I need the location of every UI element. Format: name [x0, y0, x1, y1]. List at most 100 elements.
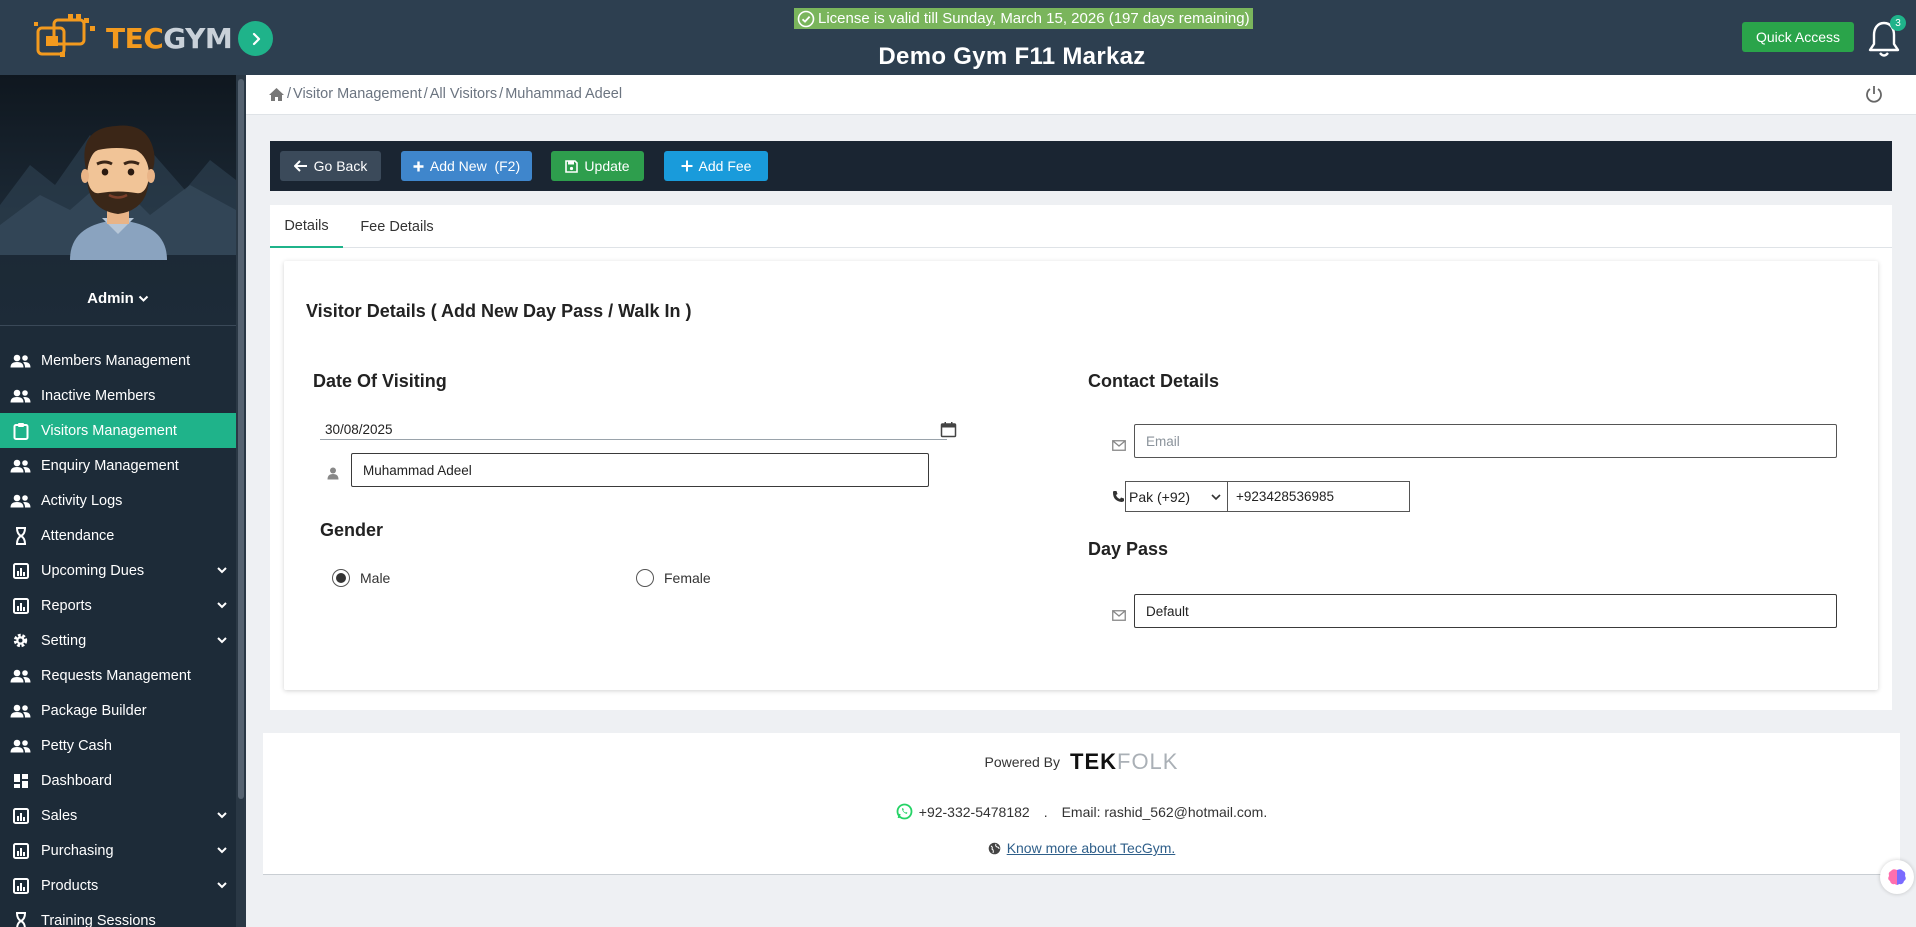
visitor-form-card: Details Fee Details Visitor Details ( Ad…: [270, 205, 1892, 710]
sidebar-item-attendance[interactable]: Attendance: [0, 518, 246, 553]
add-new-button[interactable]: Add New (F2): [401, 151, 532, 181]
sidebar-item-label: Visitors Management: [41, 422, 177, 439]
breadcrumb-current: Muhammad Adeel: [505, 86, 623, 102]
avatar[interactable]: [66, 120, 171, 260]
chart-icon: [10, 562, 31, 579]
phone-number-input[interactable]: +923428536985: [1227, 481, 1410, 512]
license-banner: License is valid till Sunday, March 15, …: [794, 8, 1253, 29]
breadcrumb-bar: / Visitor Management / All Visitors / Mu…: [246, 75, 1916, 115]
footer-dot: .: [1043, 803, 1048, 820]
sidebar-item-dashboard[interactable]: Dashboard: [0, 763, 246, 798]
sidebar-item-label: Inactive Members: [41, 387, 156, 404]
powered-by-label: Powered By: [984, 754, 1060, 770]
powered-by-line: Powered By TEK FOLK: [263, 749, 1900, 775]
sidebar-nav: Members Management Inactive Members Visi…: [0, 343, 246, 927]
gender-female-radio[interactable]: Female: [636, 569, 711, 587]
user-icon: [326, 466, 340, 480]
add-new-label: Add New (F2): [429, 158, 521, 174]
sidebar-item-label: Members Management: [41, 352, 191, 369]
sidebar-item-training-sessions[interactable]: Training Sessions: [0, 903, 246, 927]
sidebar-item-visitors-management[interactable]: Visitors Management: [0, 413, 246, 448]
arrow-left-icon: [293, 160, 307, 172]
notification-count-badge: 3: [1890, 15, 1906, 31]
breadcrumb-visitor-management[interactable]: Visitor Management: [293, 86, 422, 102]
license-text: License is valid till Sunday, March 15, …: [818, 10, 1250, 27]
sidebar-divider: [0, 325, 236, 326]
chevron-down-icon: [217, 567, 227, 574]
sidebar-item-requests-management[interactable]: Requests Management: [0, 658, 246, 693]
sidebar-item-label: Products: [41, 877, 99, 894]
check-circle-icon: [797, 10, 815, 27]
envelope-icon: [1112, 608, 1126, 622]
date-of-visiting-input[interactable]: 30/08/2025: [320, 419, 957, 440]
user-name: Admin: [87, 290, 134, 307]
chevron-down-icon: [217, 847, 227, 854]
chart-icon: [10, 597, 31, 614]
know-more-line: Know more about TecGym.: [263, 840, 1900, 856]
sidebar-item-activity-logs[interactable]: Activity Logs: [0, 483, 246, 518]
footer-phone[interactable]: +92-332-5478182: [919, 804, 1030, 820]
plus-icon: [413, 161, 424, 171]
calendar-icon[interactable]: [940, 421, 957, 438]
sidebar-item-label: Requests Management: [41, 667, 191, 684]
users-icon: [10, 493, 31, 509]
assistant-brain-icon[interactable]: [1880, 860, 1914, 894]
day-pass-select[interactable]: Default: [1134, 594, 1837, 628]
sidebar-scrollbar-thumb[interactable]: [238, 79, 244, 799]
sidebar-item-reports[interactable]: Reports: [0, 588, 246, 623]
contact-line: +92-332-5478182 . Email: rashid_562@hotm…: [263, 803, 1900, 820]
update-label: Update: [584, 158, 630, 174]
users-icon: [10, 703, 31, 719]
sidebar-item-members-management[interactable]: Members Management: [0, 343, 246, 378]
breadcrumb-separator: /: [423, 86, 428, 102]
chevron-down-icon: [138, 295, 149, 302]
globe-icon: [988, 842, 1000, 854]
users-icon: [10, 458, 31, 474]
breadcrumb: / Visitor Management / All Visitors / Mu…: [268, 86, 622, 102]
country-code-select[interactable]: Pak (+92): [1125, 481, 1228, 512]
add-fee-label: Add Fee: [698, 158, 752, 174]
users-icon: [10, 353, 31, 369]
chevron-down-icon: [217, 602, 227, 609]
sidebar-item-setting[interactable]: Setting: [0, 623, 246, 658]
tab-fee-details[interactable]: Fee Details: [358, 205, 436, 248]
tekfolk-logo[interactable]: TEK FOLK: [1070, 749, 1178, 775]
sidebar-item-enquiry-management[interactable]: Enquiry Management: [0, 448, 246, 483]
sidebar-item-purchasing[interactable]: Purchasing: [0, 833, 246, 868]
sidebar-item-inactive-members[interactable]: Inactive Members: [0, 378, 246, 413]
sidebar-item-label: Setting: [41, 632, 87, 649]
chevron-down-icon: [217, 812, 227, 819]
tab-details[interactable]: Details: [270, 205, 343, 248]
gender-male-radio[interactable]: Male: [332, 569, 390, 587]
chevron-down-icon: [217, 637, 227, 644]
go-back-button[interactable]: Go Back: [280, 151, 381, 181]
add-fee-button[interactable]: Add Fee: [664, 151, 768, 181]
whatsapp-icon[interactable]: [896, 803, 913, 820]
footer-email[interactable]: Email: rashid_562@hotmail.com.: [1062, 804, 1268, 820]
sidebar-item-label: Dashboard: [41, 772, 112, 789]
breadcrumb-all-visitors[interactable]: All Visitors: [430, 86, 497, 102]
gender-female-label: Female: [664, 570, 711, 586]
tab-bar: Details Fee Details: [270, 205, 1892, 248]
power-logout-icon[interactable]: [1864, 84, 1884, 104]
sidebar-item-products[interactable]: Products: [0, 868, 246, 903]
tekfolk-logo-tek: TEK: [1070, 749, 1117, 774]
sidebar-item-label: Purchasing: [41, 842, 114, 859]
sidebar-item-upcoming-dues[interactable]: Upcoming Dues: [0, 553, 246, 588]
quick-access-button[interactable]: Quick Access: [1742, 22, 1854, 52]
update-button[interactable]: Update: [551, 151, 644, 181]
sidebar-item-sales[interactable]: Sales: [0, 798, 246, 833]
sidebar-item-label: Attendance: [41, 527, 115, 544]
clipboard-icon: [10, 422, 31, 440]
sidebar-item-petty-cash[interactable]: Petty Cash: [0, 728, 246, 763]
chart-icon: [10, 842, 31, 859]
sidebar-item-package-builder[interactable]: Package Builder: [0, 693, 246, 728]
visitor-name-input[interactable]: Muhammad Adeel: [351, 453, 929, 487]
home-icon[interactable]: [268, 87, 285, 102]
top-header: TECGYM License is valid till Sunday, Mar…: [0, 0, 1916, 75]
user-menu-toggle[interactable]: Admin: [0, 290, 236, 307]
gear-icon: [10, 633, 31, 649]
email-input[interactable]: Email: [1134, 424, 1837, 458]
know-more-link[interactable]: Know more about TecGym.: [1007, 840, 1176, 856]
radio-unchecked-icon: [636, 569, 654, 587]
